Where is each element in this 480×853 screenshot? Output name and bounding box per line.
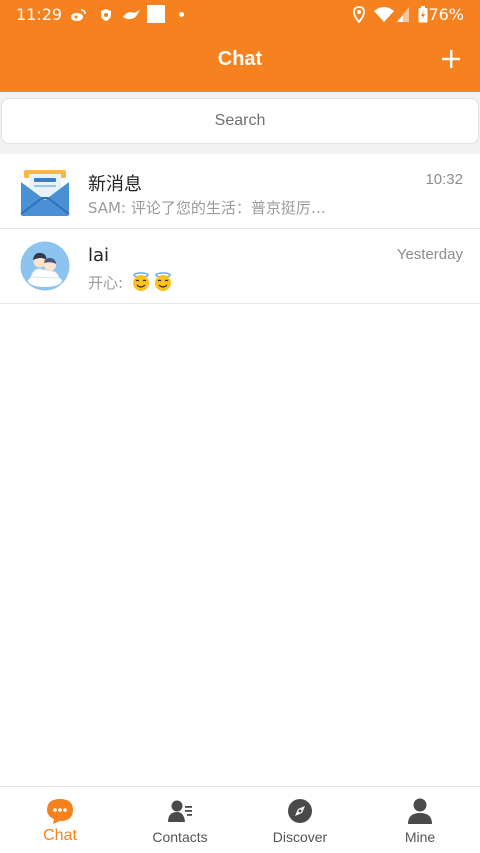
- location-icon: [353, 6, 365, 23]
- chat-list-item[interactable]: 新消息 10:32 SAM: 评论了您的生活：普京挺厉…: [0, 154, 480, 229]
- signal-icon: [397, 7, 409, 22]
- top-bar: 11:29 76% Chat: [0, 0, 480, 92]
- status-time: 11:29: [16, 5, 63, 24]
- chat-name: 新消息: [88, 174, 142, 195]
- nav-item-contacts[interactable]: Contacts: [120, 787, 240, 853]
- contacts-icon: [168, 800, 192, 822]
- nav-label: Contacts: [152, 829, 208, 845]
- battery-percent: 76%: [428, 5, 464, 24]
- chat-list: 新消息 10:32 SAM: 评论了您的生活：普京挺厉… lai Yesterd…: [0, 154, 480, 304]
- bird-icon: [123, 10, 140, 20]
- shield-icon: [101, 9, 111, 21]
- dot-icon: [179, 12, 184, 17]
- chat-list-item[interactable]: lai Yesterday 开心:: [0, 229, 480, 304]
- couple-avatar: [20, 241, 70, 291]
- chat-preview: 开心:: [88, 272, 175, 293]
- plus-icon[interactable]: [438, 46, 464, 72]
- status-bar: 11:29 76%: [0, 0, 480, 30]
- smiling-face-with-halo-emoji: [132, 272, 149, 291]
- bottom-nav: Chat Contacts Discover Mine: [0, 786, 480, 853]
- search-area: Search: [0, 92, 480, 154]
- nav-label: Chat: [43, 827, 77, 844]
- compass-icon: [288, 799, 312, 823]
- chat-name: lai: [88, 245, 110, 266]
- chat-preview: SAM: 评论了您的生活：普京挺厉…: [88, 199, 326, 217]
- chat-time: 10:32: [425, 171, 463, 188]
- chat-bubble-icon: [47, 799, 73, 824]
- search-input[interactable]: Search: [1, 98, 479, 144]
- battery-icon: [418, 6, 428, 23]
- smiling-face-with-halo-emoji: [154, 272, 171, 291]
- weibo-icon: [71, 9, 86, 21]
- chat-time: Yesterday: [396, 246, 463, 263]
- person-icon: [408, 798, 432, 824]
- nav-item-mine[interactable]: Mine: [360, 787, 480, 853]
- wifi-icon: [374, 7, 394, 22]
- nav-item-discover[interactable]: Discover: [240, 787, 360, 853]
- mail-envelope-icon: [20, 170, 70, 216]
- nav-item-chat[interactable]: Chat: [0, 787, 120, 853]
- nav-label: Mine: [404, 829, 436, 845]
- page-title: Chat: [217, 48, 263, 70]
- chat-preview-text: 开心:: [88, 274, 124, 292]
- notification-square-icon: [147, 5, 165, 23]
- nav-label: Discover: [272, 829, 328, 845]
